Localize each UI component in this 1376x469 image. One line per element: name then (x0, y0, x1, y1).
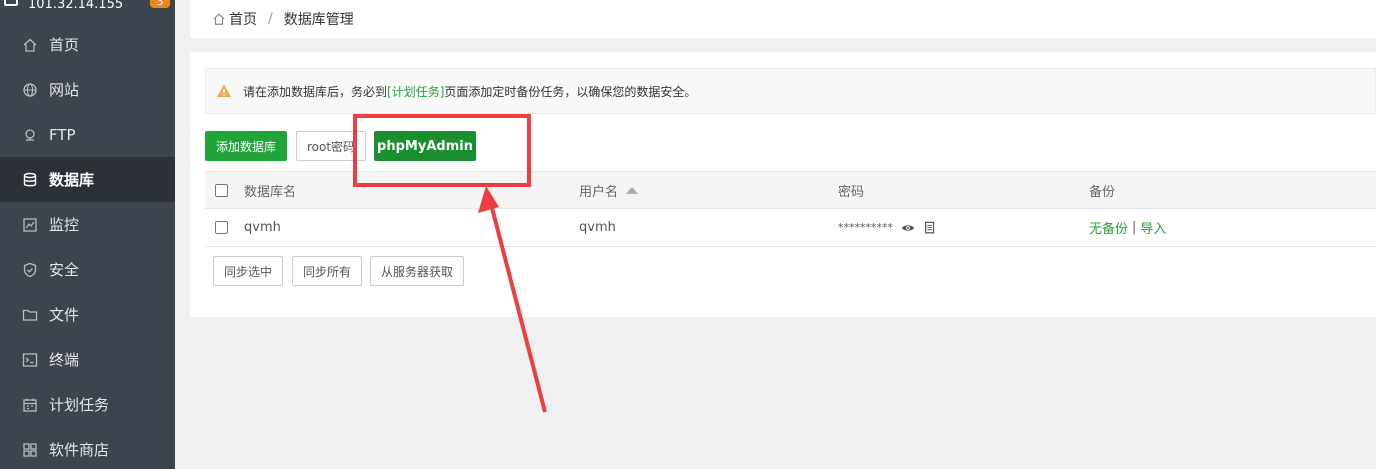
sidebar-item-ftp[interactable]: FTP (0, 112, 175, 157)
sidebar-item-terminal[interactable]: 终端 (0, 337, 175, 382)
alert-cron-link[interactable]: [计划任务] (387, 83, 444, 100)
sort-asc-icon (626, 186, 639, 194)
server-header: 101.32.14.155 3 (0, 0, 175, 22)
sidebar-item-database[interactable]: 数据库 (0, 157, 175, 202)
col-backup: 备份 (1089, 184, 1116, 200)
breadcrumb: 首页 / 数据库管理 (190, 0, 1376, 38)
sync-all-button[interactable]: 同步所有 (292, 256, 362, 286)
breadcrumb-home[interactable]: 首页 (229, 9, 257, 29)
sidebar-item-label: 终端 (49, 351, 80, 369)
home-icon (213, 13, 225, 25)
sidebar: 101.32.14.155 3 首页 网站 FTP 数据库 监控 安全 文件 终… (0, 0, 175, 469)
terminal-icon (22, 352, 38, 368)
row-checkbox[interactable] (215, 221, 228, 234)
col-db-name: 数据库名 (244, 184, 297, 200)
sidebar-item-label: 计划任务 (49, 396, 110, 414)
row-password: ********** (838, 221, 893, 234)
apps-icon (22, 442, 38, 458)
sidebar-item-label: FTP (49, 125, 76, 144)
row-backup-separator: | (1132, 220, 1137, 235)
folder-icon (22, 307, 38, 323)
row-db-name[interactable]: qvmh (244, 220, 281, 235)
calendar-icon (22, 397, 38, 413)
sidebar-item-app-store[interactable]: 软件商店 (0, 427, 175, 469)
ftp-icon (22, 127, 38, 143)
add-database-button[interactable]: 添加数据库 (205, 131, 287, 161)
col-username-sort[interactable]: 用户名 (579, 172, 639, 208)
col-username: 用户名 (579, 184, 619, 200)
sidebar-item-label: 软件商店 (49, 441, 110, 459)
col-password: 密码 (838, 184, 865, 200)
breadcrumb-separator: / (268, 11, 273, 27)
eye-icon[interactable] (901, 221, 915, 235)
home-icon (22, 37, 38, 53)
server-icon (4, 0, 18, 6)
sidebar-item-label: 数据库 (49, 171, 95, 189)
sync-selected-button[interactable]: 同步选中 (213, 256, 283, 286)
sidebar-item-cron[interactable]: 计划任务 (0, 382, 175, 427)
copy-icon[interactable] (923, 221, 937, 235)
sidebar-item-label: 网站 (49, 81, 80, 99)
monitor-icon (22, 217, 38, 233)
row-username: qvmh (579, 220, 616, 235)
annotation-highlight-box (353, 114, 531, 187)
sidebar-item-monitor[interactable]: 监控 (0, 202, 175, 247)
sidebar-item-files[interactable]: 文件 (0, 292, 175, 337)
alert-suffix: 页面添加定时备份任务，以确保您的数据安全。 (444, 84, 697, 99)
sidebar-item-label: 文件 (49, 306, 80, 324)
sidebar-item-label: 首页 (49, 36, 80, 54)
server-ip: 101.32.14.155 (28, 0, 124, 12)
notification-badge[interactable]: 3 (150, 0, 170, 8)
sidebar-item-website[interactable]: 网站 (0, 67, 175, 112)
sidebar-item-security[interactable]: 安全 (0, 247, 175, 292)
select-all-checkbox[interactable] (215, 183, 228, 197)
sidebar-item-label: 监控 (49, 216, 80, 234)
globe-icon (22, 82, 38, 98)
sidebar-item-label: 安全 (49, 261, 80, 279)
shield-icon (22, 262, 38, 278)
row-import-link[interactable]: 导入 (1140, 218, 1166, 237)
fetch-from-server-button[interactable]: 从服务器获取 (370, 256, 464, 286)
warning-icon (217, 84, 231, 97)
alert-prefix: 请在添加数据库后，务必到 (243, 84, 388, 99)
breadcrumb-current: 数据库管理 (283, 12, 354, 28)
table-row: qvmh qvmh ********** 无备份 | 导入 (205, 209, 1376, 247)
sidebar-item-home[interactable]: 首页 (0, 22, 175, 67)
database-icon (22, 172, 38, 188)
backup-alert: 请在添加数据库后，务必到 [计划任务] 页面添加定时备份任务，以确保您的数据安全… (205, 68, 1376, 114)
row-backup-status[interactable]: 无备份 (1089, 218, 1128, 237)
